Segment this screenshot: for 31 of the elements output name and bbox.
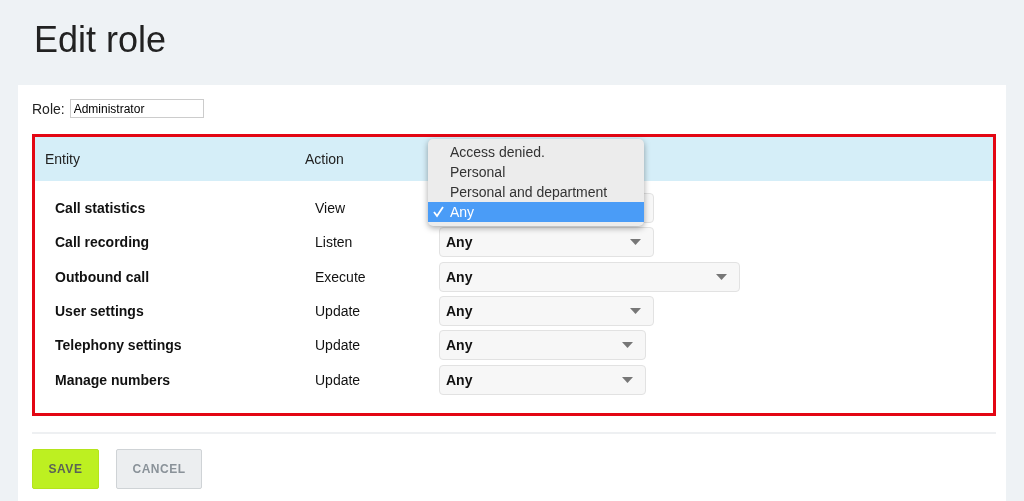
access-select[interactable]: Any	[439, 296, 654, 327]
action-name: Update	[315, 337, 362, 354]
entity-name: Telephony settings	[55, 337, 183, 354]
menu-option[interactable]: Access denied.	[428, 142, 644, 162]
action-name: Update	[315, 371, 362, 388]
menu-option[interactable]: Personal and department	[428, 182, 644, 202]
action-name: Execute	[315, 268, 367, 285]
caret-icon	[622, 342, 633, 349]
entity-name: Call statistics	[55, 200, 147, 217]
caret-icon	[630, 239, 641, 246]
caret-icon	[716, 273, 727, 280]
action-name: View	[315, 200, 347, 217]
entity-name: Outbound call	[55, 268, 151, 285]
entity-name: User settings	[55, 303, 145, 320]
caret-icon	[630, 308, 641, 315]
access-select[interactable]: Any	[439, 227, 654, 258]
entity-name: Call recording	[55, 234, 151, 251]
page-title: Edit role	[33, 18, 168, 62]
role-input-field[interactable]: Administrator	[69, 99, 204, 118]
save-button[interactable]: SAVE	[32, 449, 99, 489]
column-header: Entity	[45, 151, 81, 167]
role-label: Role:	[32, 100, 65, 117]
column-header: Action	[305, 151, 344, 167]
access-select[interactable]: Any	[439, 261, 740, 292]
caret-icon	[622, 376, 633, 383]
access-select[interactable]: Any	[439, 330, 646, 361]
action-name: Listen	[315, 234, 354, 251]
access-select[interactable]: Any	[439, 364, 646, 395]
entity-name: Manage numbers	[55, 371, 172, 388]
menu-option[interactable]: Personal	[428, 162, 644, 182]
action-name: Update	[315, 303, 362, 320]
